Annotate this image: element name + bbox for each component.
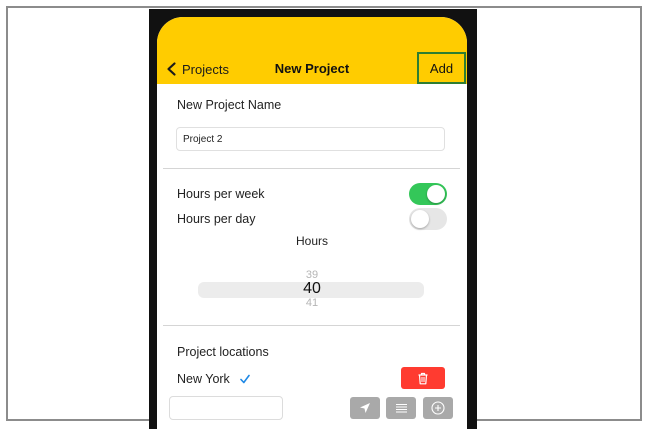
section-divider	[163, 325, 460, 326]
chevron-left-icon	[167, 62, 176, 76]
hours-per-day-toggle[interactable]	[409, 208, 447, 230]
hours-per-week-toggle[interactable]	[409, 183, 447, 205]
new-location-input[interactable]	[169, 396, 283, 420]
list-icon	[395, 403, 407, 413]
current-location-button[interactable]	[350, 397, 380, 419]
hours-per-week-label: Hours per week	[177, 187, 265, 201]
back-label: Projects	[182, 61, 229, 77]
hours-per-day-label: Hours per day	[177, 212, 256, 226]
toggle-knob	[427, 185, 445, 203]
back-button[interactable]: Projects	[164, 59, 229, 79]
section-divider	[163, 168, 460, 169]
new-project-form: New Project Name Hours per week Hours pe…	[157, 84, 467, 429]
project-locations-label: Project locations	[177, 345, 269, 359]
location-item[interactable]: New York	[177, 372, 251, 386]
location-arrow-icon	[360, 403, 370, 413]
phone-screen: Projects New Project Add New Project Nam…	[157, 17, 467, 429]
project-name-label: New Project Name	[177, 98, 282, 112]
page-title: New Project	[274, 61, 350, 76]
location-name: New York	[177, 372, 230, 386]
add-button[interactable]: Add	[417, 52, 466, 84]
trash-icon	[418, 372, 428, 384]
toggle-knob	[411, 210, 429, 228]
add-location-button[interactable]	[423, 397, 453, 419]
project-name-input[interactable]	[176, 127, 445, 151]
navigation-bar: Projects New Project Add	[157, 17, 467, 84]
picker-option-next[interactable]: 41	[157, 298, 467, 309]
hours-picker-title: Hours	[295, 234, 328, 248]
picker-option-selected[interactable]: 40	[157, 281, 467, 297]
delete-location-button[interactable]	[401, 367, 445, 389]
checkmark-icon	[240, 374, 250, 384]
list-locations-button[interactable]	[386, 397, 416, 419]
plus-circle-icon	[431, 401, 445, 415]
